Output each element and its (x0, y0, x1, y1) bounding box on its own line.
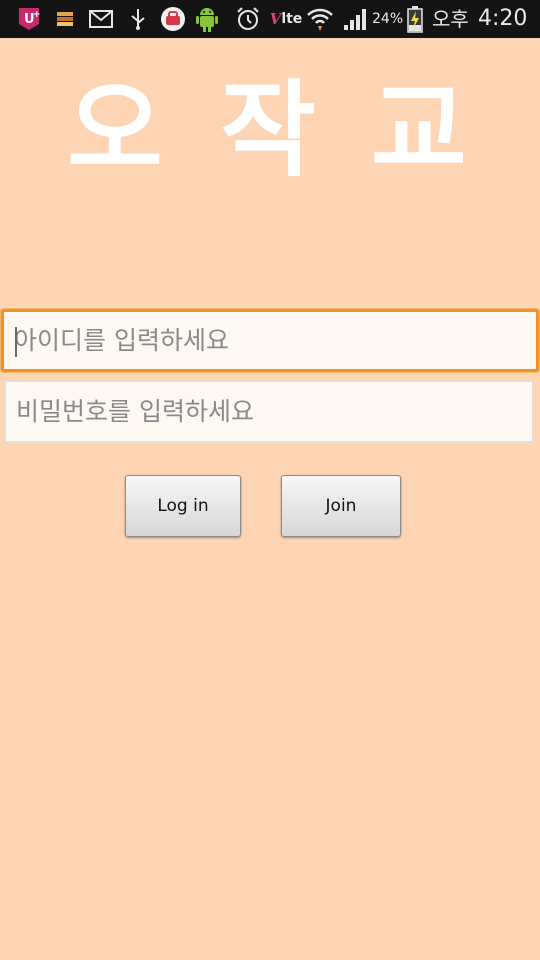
wifi-icon (306, 0, 334, 38)
login-button[interactable]: Log in (125, 475, 241, 537)
network-label: lte (281, 11, 303, 27)
alarm-icon (235, 0, 261, 38)
mail-icon (88, 0, 114, 38)
signal-icon (342, 0, 370, 38)
title-char-1: 오 (67, 69, 163, 191)
volte-icon: V lte (266, 0, 306, 38)
app-icon (159, 0, 187, 38)
volte-prefix: V (269, 10, 282, 28)
ampm-label: 오후 (432, 7, 469, 31)
stack-icon (54, 0, 76, 38)
text-cursor (15, 327, 17, 357)
id-field[interactable] (1, 309, 539, 372)
join-button[interactable]: Join (281, 475, 401, 537)
clock-time: 4:20 (478, 6, 528, 31)
status-bar: U + V lte 24% 오후 4:20 (0, 0, 540, 38)
password-input[interactable] (16, 382, 516, 441)
uplus-icon: U + (14, 0, 44, 38)
title-char-3: 교 (371, 69, 467, 191)
battery-charging-icon (405, 0, 425, 38)
title-char-2: 작 (220, 69, 316, 191)
id-input[interactable] (14, 312, 514, 369)
password-field[interactable] (4, 380, 534, 443)
svg-text:+: + (33, 10, 41, 20)
app-title: 오 작 교 (0, 60, 540, 200)
usb-icon (128, 0, 148, 38)
android-icon (194, 0, 220, 38)
battery-percent: 24% (372, 11, 404, 27)
